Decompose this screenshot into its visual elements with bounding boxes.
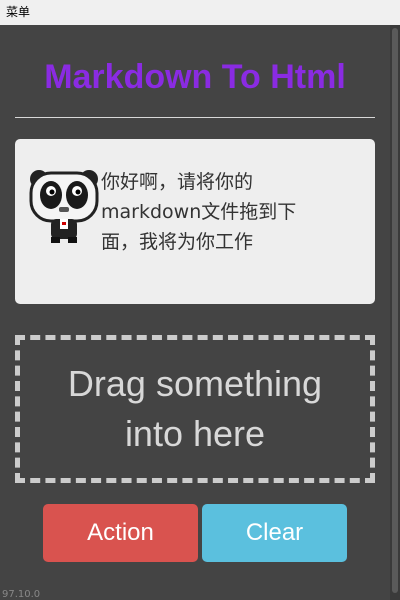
- menu-bar: 菜单: [0, 0, 400, 25]
- panda-icon: [27, 167, 105, 245]
- version-label: 97.10.0: [2, 590, 41, 600]
- drop-zone[interactable]: Drag something into here: [15, 335, 375, 483]
- scrollbar-thumb[interactable]: [392, 28, 398, 593]
- greeting-message: 你好啊，请将你的markdown文件拖到下面，我将为你工作: [101, 171, 297, 253]
- action-button[interactable]: Action: [43, 504, 198, 562]
- drop-zone-label: Drag something into here: [67, 363, 323, 454]
- menu-item[interactable]: 菜单: [6, 5, 30, 19]
- page-title: Markdown To Html: [44, 58, 346, 96]
- scrollbar[interactable]: [390, 25, 400, 600]
- message-card: 你好啊，请将你的markdown文件拖到下面，我将为你工作: [15, 139, 375, 304]
- clear-button[interactable]: Clear: [202, 504, 347, 562]
- title-divider: [15, 117, 375, 118]
